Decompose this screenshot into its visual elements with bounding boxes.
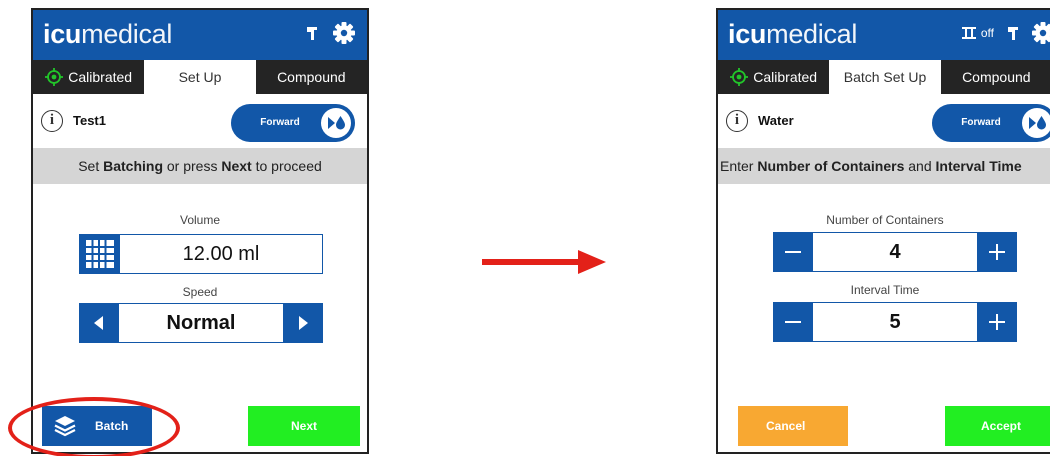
tab-calibrated[interactable]: Calibrated (718, 60, 829, 94)
setup-screen: icumedical Calibrated Set Up Compound i … (31, 8, 369, 454)
keypad-button[interactable] (80, 235, 120, 273)
gear-icon[interactable] (1032, 22, 1050, 44)
tilt-sensor-icon[interactable] (1006, 24, 1020, 42)
direction-knob (321, 108, 351, 138)
next-button[interactable]: Next (248, 406, 360, 446)
volume-field[interactable]: 12.00 ml (79, 234, 323, 274)
speed-label: Speed (182, 285, 218, 299)
tab-bar: Calibrated Set Up Compound (33, 60, 367, 94)
speed-selector: Normal (79, 303, 323, 343)
line-status-indicator: off (961, 26, 994, 40)
tilt-sensor-icon[interactable] (305, 24, 319, 42)
containers-stepper: 4 (773, 232, 1017, 272)
info-icon[interactable]: i (41, 110, 63, 132)
off-label: off (980, 26, 994, 40)
containers-decrement-button[interactable] (773, 232, 813, 272)
tab-calibrated-label: Calibrated (68, 69, 133, 85)
direction-toggle[interactable]: Forward (932, 104, 1050, 142)
volume-value: 12.00 ml (182, 243, 260, 265)
direction-label: Forward (961, 117, 1001, 128)
forward-flow-icon (328, 116, 345, 130)
forward-flow-icon (1029, 116, 1046, 130)
tab-calibrated-label: Calibrated (753, 69, 818, 85)
app-header: icumedical (33, 10, 367, 60)
calibrated-icon (45, 68, 64, 86)
interval-decrement-button[interactable] (773, 302, 813, 342)
speed-value: Normal (119, 303, 283, 343)
containers-value: 4 (813, 232, 977, 272)
speed-next-button[interactable] (283, 303, 323, 343)
drug-info-row: i Water Forward (718, 100, 1050, 144)
cancel-button[interactable]: Cancel (738, 406, 848, 446)
direction-label: Forward (260, 117, 300, 128)
keypad-icon (86, 240, 114, 268)
gear-icon[interactable] (333, 22, 355, 44)
info-icon[interactable]: i (726, 110, 748, 132)
speed-prev-button[interactable] (79, 303, 119, 343)
drug-name: Test1 (73, 113, 106, 128)
app-header: icumedical off (718, 10, 1050, 60)
left-arrow-icon (94, 316, 103, 330)
tab-calibrated[interactable]: Calibrated (33, 60, 144, 94)
minus-icon (785, 321, 801, 323)
tab-compound[interactable]: Compound (941, 60, 1050, 94)
icu-medical-logo: icumedical (43, 19, 173, 49)
containers-increment-button[interactable] (977, 232, 1017, 272)
tab-batch-set-up[interactable]: Batch Set Up (829, 60, 941, 94)
tab-compound[interactable]: Compound (256, 60, 367, 94)
direction-knob (1022, 108, 1050, 138)
instruction-banner: Set Batching or press Next to proceed (33, 148, 367, 184)
interval-increment-button[interactable] (977, 302, 1017, 342)
drug-name: Water (758, 113, 794, 128)
line-icon (961, 27, 976, 39)
volume-label: Volume (179, 213, 221, 227)
drug-info-row: i Test1 Forward (33, 100, 367, 144)
tab-bar: Calibrated Batch Set Up Compound (718, 60, 1050, 94)
icu-medical-logo: icumedical (728, 19, 858, 49)
accept-button[interactable]: Accept (945, 406, 1050, 446)
interval-label: Interval Time (850, 283, 920, 297)
right-arrow-icon (299, 316, 308, 330)
containers-label: Number of Containers (826, 213, 944, 227)
tab-set-up[interactable]: Set Up (144, 60, 256, 94)
batch-highlight-ellipse (8, 397, 180, 456)
plus-icon (989, 314, 1005, 330)
interval-value: 5 (813, 302, 977, 342)
interval-stepper: 5 (773, 302, 1017, 342)
batch-setup-screen: icumedical off Calibrated Batch Set Up C… (716, 8, 1050, 454)
transition-arrow (482, 250, 606, 274)
minus-icon (785, 251, 801, 253)
direction-toggle[interactable]: Forward (231, 104, 355, 142)
plus-icon (989, 244, 1005, 260)
instruction-banner: Enter Number of Containers and Interval … (718, 148, 1050, 184)
calibrated-icon (730, 68, 749, 86)
